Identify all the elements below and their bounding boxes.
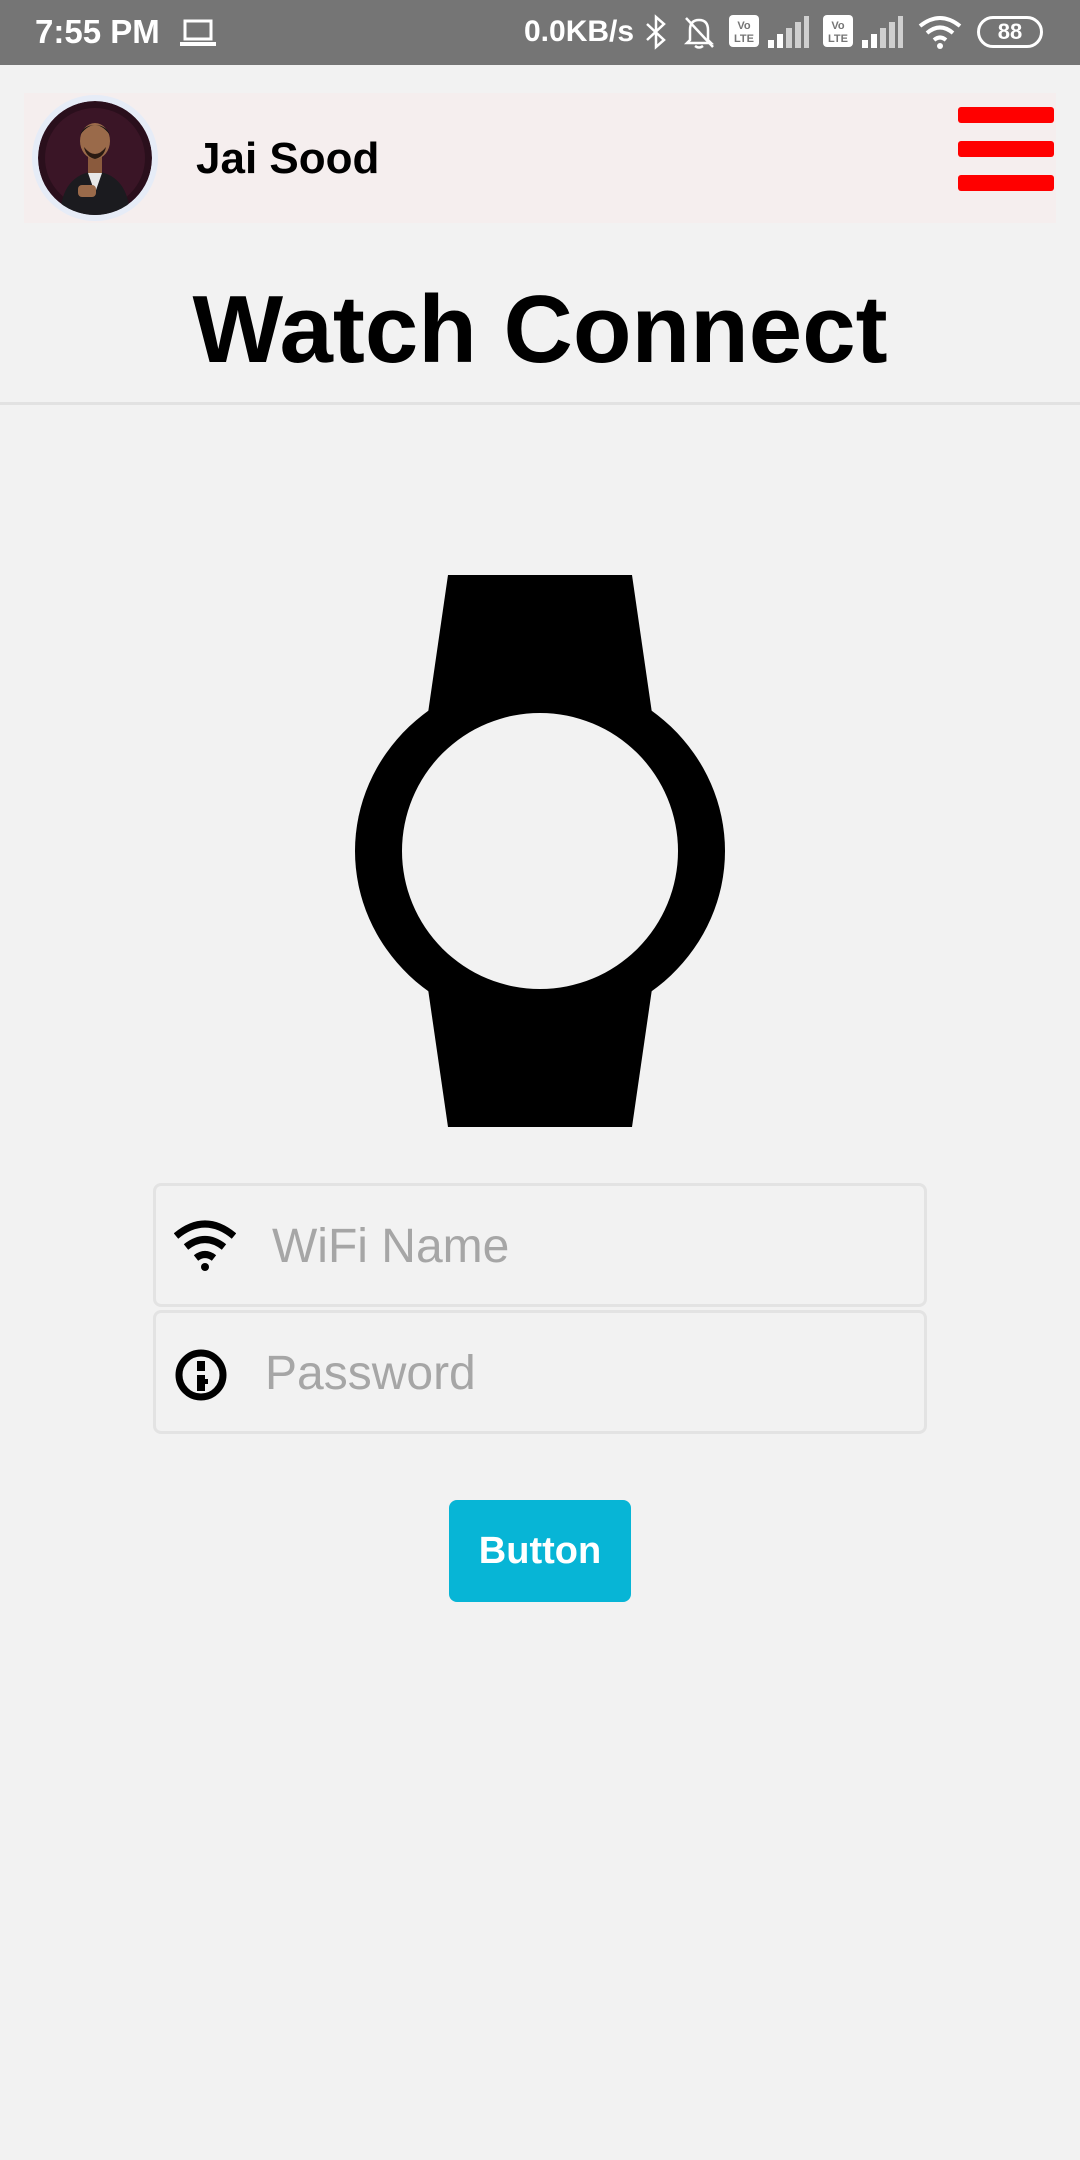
hamburger-menu-icon[interactable]: [958, 107, 1054, 193]
wifi-name-input[interactable]: [272, 1204, 892, 1288]
page-title: Watch Connect: [192, 276, 888, 383]
password-field: [153, 1310, 927, 1434]
volte-icon: Vo LTE: [729, 15, 759, 47]
wifi-name-field: [153, 1183, 927, 1307]
wifi-icon: [174, 1220, 236, 1271]
status-bar: 7:55 PM 0.0KB/s Vo LTE Vo LTE 88: [0, 0, 1080, 65]
app-header: Jai Sood: [24, 93, 1056, 223]
svg-text:Vo: Vo: [831, 20, 845, 32]
menu-bar: [958, 175, 1054, 191]
laptop-icon: [180, 19, 216, 46]
svg-text:Vo: Vo: [737, 20, 751, 32]
menu-bar: [958, 141, 1054, 157]
divider: [0, 402, 1080, 405]
signal-icon: [862, 16, 903, 48]
volte-icon: Vo LTE: [823, 15, 853, 47]
avatar[interactable]: [32, 95, 158, 221]
status-time: 7:55 PM: [35, 13, 160, 50]
bluetooth-icon: [646, 14, 666, 50]
user-name: Jai Sood: [196, 134, 380, 183]
wifi-icon: [918, 16, 962, 49]
battery-icon: 88: [977, 16, 1043, 48]
submit-button[interactable]: Button: [449, 1500, 631, 1602]
network-speed: 0.0KB/s: [524, 15, 635, 48]
watch-icon: [355, 575, 725, 1127]
svg-text:LTE: LTE: [828, 33, 848, 45]
bell-off-icon: [683, 17, 715, 49]
signal-icon: [768, 16, 809, 48]
password-input[interactable]: [265, 1331, 885, 1415]
key-icon: [175, 1349, 227, 1401]
svg-text:LTE: LTE: [734, 33, 754, 45]
avatar-image: [38, 101, 152, 215]
menu-bar: [958, 107, 1054, 123]
